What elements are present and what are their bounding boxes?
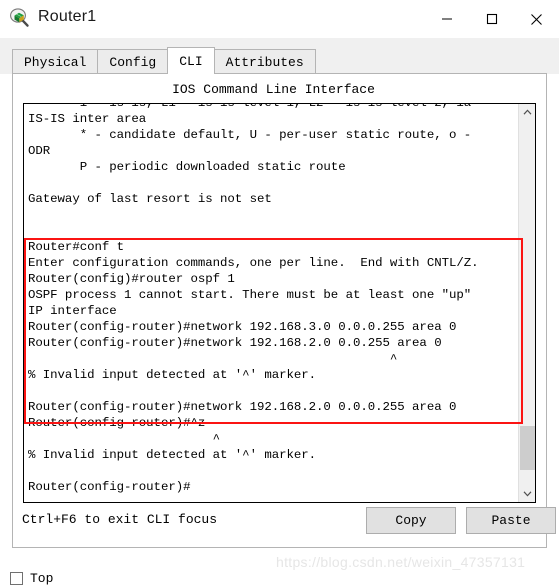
terminal-output[interactable]: i - is-is, L1 - is-is level-1, L2 - is-i…: [23, 103, 536, 503]
maximize-icon: [486, 13, 497, 25]
close-button[interactable]: [514, 0, 559, 38]
terminal-line: Router(config-router)#network 192.168.2.…: [28, 336, 442, 350]
close-icon: [531, 13, 542, 25]
tab-attributes[interactable]: Attributes: [213, 49, 316, 74]
terminal-line: % Invalid input detected at '^' marker.: [28, 368, 317, 382]
terminal-scrollbar[interactable]: [518, 104, 535, 502]
copy-button[interactable]: Copy: [366, 507, 456, 534]
chevron-up-icon: [523, 109, 532, 115]
terminal-line: Enter configuration commands, one per li…: [28, 256, 479, 270]
chevron-down-icon: [523, 491, 532, 497]
terminal-line: ODR: [28, 144, 51, 158]
top-checkbox[interactable]: Top: [10, 571, 53, 586]
terminal-line: i - is-is, L1 - is-is level-1, L2 - is-i…: [28, 103, 486, 110]
terminal-line: IP interface: [28, 304, 117, 318]
top-checkbox-label: Top: [30, 571, 54, 586]
minimize-button[interactable]: [424, 0, 469, 38]
terminal-line: OSPF process 1 cannot start. There must …: [28, 288, 472, 302]
terminal-lines: i - is-is, L1 - is-is level-1, L2 - is-i…: [25, 103, 515, 495]
maximize-button[interactable]: [469, 0, 514, 38]
tab-config[interactable]: Config: [97, 49, 169, 74]
terminal-line: ^: [28, 432, 221, 446]
paste-button[interactable]: Paste: [466, 507, 556, 534]
minimize-icon: [441, 18, 452, 20]
scrollbar-thumb[interactable]: [520, 426, 535, 470]
terminal-line: Router(config-router)#network 192.168.3.…: [28, 320, 457, 334]
top-checkbox-box[interactable]: [10, 572, 23, 585]
tab-cli[interactable]: CLI: [167, 47, 215, 74]
terminal-line: Gateway of last resort is not set: [28, 192, 272, 206]
window-titlebar: Router1: [0, 0, 559, 38]
device-tabs: Physical Config CLI Attributes: [12, 47, 316, 74]
panel-title: IOS Command Line Interface: [172, 82, 375, 97]
terminal-line: IS-IS inter area: [28, 112, 147, 126]
cli-focus-hint: Ctrl+F6 to exit CLI focus: [22, 512, 218, 527]
scroll-down-button[interactable]: [519, 485, 535, 502]
router-device-icon: [10, 7, 32, 29]
terminal-line: * - candidate default, U - per-user stat…: [28, 128, 472, 142]
window-controls: [424, 0, 559, 38]
terminal-line: % Invalid input detected at '^' marker.: [28, 448, 317, 462]
terminal-line: P - periodic downloaded static route: [28, 160, 346, 174]
scroll-up-button[interactable]: [519, 104, 535, 121]
terminal-line: ^: [28, 352, 398, 366]
terminal-line: Router(config)#router ospf 1: [28, 272, 235, 286]
terminal-line: Router(config-router)#: [28, 480, 191, 494]
tab-physical[interactable]: Physical: [12, 49, 99, 74]
terminal-line: Router#conf t: [28, 240, 125, 254]
terminal-line: Router(config-router)#^z: [28, 416, 206, 430]
terminal-line: Router(config-router)#network 192.168.2.…: [28, 400, 457, 414]
watermark: https://blog.csdn.net/weixin_47357131: [276, 554, 526, 570]
window-title: Router1: [38, 8, 97, 25]
